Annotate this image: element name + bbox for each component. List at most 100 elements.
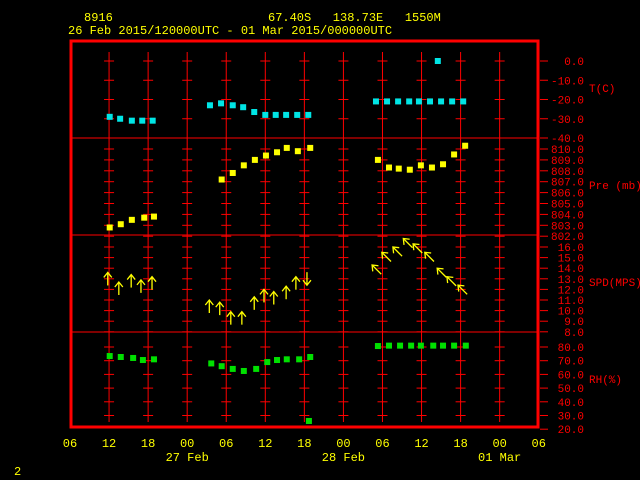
pressure-point (274, 149, 281, 156)
temperature-point (449, 98, 456, 105)
wind-speed-axis-label: SPD(MPS) (589, 278, 640, 290)
x-tick-label: 12 (414, 437, 428, 451)
humidity-point (430, 342, 437, 349)
temperature-point (229, 102, 236, 109)
temperature-point (262, 111, 269, 118)
humidity-point (117, 354, 124, 361)
temperature-point (415, 98, 422, 105)
temperature-point (395, 98, 402, 105)
humidity-point (451, 342, 458, 349)
wind-arrow (126, 273, 136, 288)
wind-arrow (392, 246, 403, 257)
temperature-point (218, 100, 225, 107)
humidity-point (106, 353, 113, 360)
pressure-point (251, 156, 258, 163)
x-tick-label: 00 (492, 437, 506, 451)
wind-arrow (269, 290, 279, 305)
temperature-point (372, 98, 379, 105)
humidity-point (440, 342, 447, 349)
temperature-tick-label: -10.0 (551, 76, 584, 88)
temperature-point (438, 98, 445, 105)
humidity-tick-label: 60.0 (558, 370, 584, 382)
humidity-point (462, 342, 469, 349)
humidity-point (283, 356, 290, 363)
temperature-point (106, 113, 113, 120)
humidity-axis-label: RH(%) (589, 375, 622, 387)
wind-arrow-shaft (371, 264, 382, 275)
temperature-point (406, 98, 413, 105)
temperature-tick-label: 0.0 (564, 57, 584, 69)
wind-arrow (424, 251, 435, 262)
wind-arrow-shaft (381, 251, 392, 262)
humidity-point (264, 359, 271, 366)
humidity-tick-label: 80.0 (558, 343, 584, 355)
pressure-point (417, 162, 424, 169)
wind-arrow-shaft (402, 238, 413, 249)
pressure-point (451, 151, 458, 158)
humidity-tick-label: 50.0 (558, 384, 584, 396)
pressure-point (262, 152, 269, 159)
wind-arrow (114, 280, 124, 295)
humidity-tick-label: 20.0 (558, 425, 584, 437)
pressure-point (240, 162, 247, 169)
pressure-point (283, 144, 290, 151)
x-tick-label: 18 (453, 437, 467, 451)
humidity-point (240, 367, 247, 374)
wind-arrow-shaft (436, 267, 447, 278)
humidity-point (417, 342, 424, 349)
temperature-point (240, 104, 247, 111)
wind-arrow (204, 298, 214, 313)
x-date-label: 28 Feb (322, 451, 365, 465)
temperature-tick-label: -20.0 (551, 96, 584, 108)
pressure-point (106, 224, 113, 231)
temperature-point (294, 111, 301, 118)
humidity-point (130, 354, 137, 361)
x-tick-label: 18 (141, 437, 155, 451)
humidity-tick-label: 40.0 (558, 398, 584, 410)
humidity-point (150, 356, 157, 363)
x-tick-label: 06 (532, 437, 546, 451)
pressure-point (374, 156, 381, 163)
x-date-label: 27 Feb (166, 451, 209, 465)
wind-arrow (446, 275, 457, 287)
temperature-point (251, 109, 258, 116)
pressure-point (117, 221, 124, 228)
temperature-point (460, 98, 467, 105)
humidity-point (208, 360, 215, 367)
pressure-point (218, 176, 225, 183)
pressure-axis-label: Pre (mb) (589, 181, 640, 193)
pressure-point (141, 214, 148, 221)
humidity-point (139, 357, 146, 364)
wind-arrow (215, 301, 225, 316)
x-tick-label: 00 (180, 437, 194, 451)
wind-arrow (412, 243, 423, 254)
wind-arrow (226, 310, 236, 325)
temperature-tick-label: -30.0 (551, 115, 584, 127)
humidity-point (305, 417, 312, 424)
humidity-tick-label: 30.0 (558, 412, 584, 424)
pressure-point (229, 169, 236, 176)
pressure-point (462, 142, 469, 149)
wind-arrow (237, 310, 247, 325)
wind-speed-tick-label: 8.0 (564, 328, 584, 340)
pressure-point (406, 166, 413, 173)
temperature-point (117, 115, 124, 122)
temperature-point (434, 58, 441, 64)
pressure-point (428, 164, 435, 171)
pressure-point (150, 213, 157, 220)
temperature-point (139, 117, 146, 124)
humidity-point (296, 356, 303, 363)
humidity-point (229, 365, 236, 372)
humidity-tick-label: 70.0 (558, 357, 584, 369)
x-tick-label: 00 (336, 437, 350, 451)
wind-arrow-shaft (424, 251, 435, 262)
humidity-point (274, 357, 281, 364)
wind-arrow (291, 275, 301, 290)
meteogram-chart: 0.0-10.0-20.0-30.0-40.0T(C)810.0809.0808… (63, 39, 640, 465)
pressure-point (294, 148, 301, 155)
humidity-point (385, 342, 392, 349)
humidity-point (253, 365, 260, 372)
temperature-point (128, 117, 135, 124)
x-tick-label: 06 (375, 437, 389, 451)
wind-arrow (371, 264, 382, 275)
